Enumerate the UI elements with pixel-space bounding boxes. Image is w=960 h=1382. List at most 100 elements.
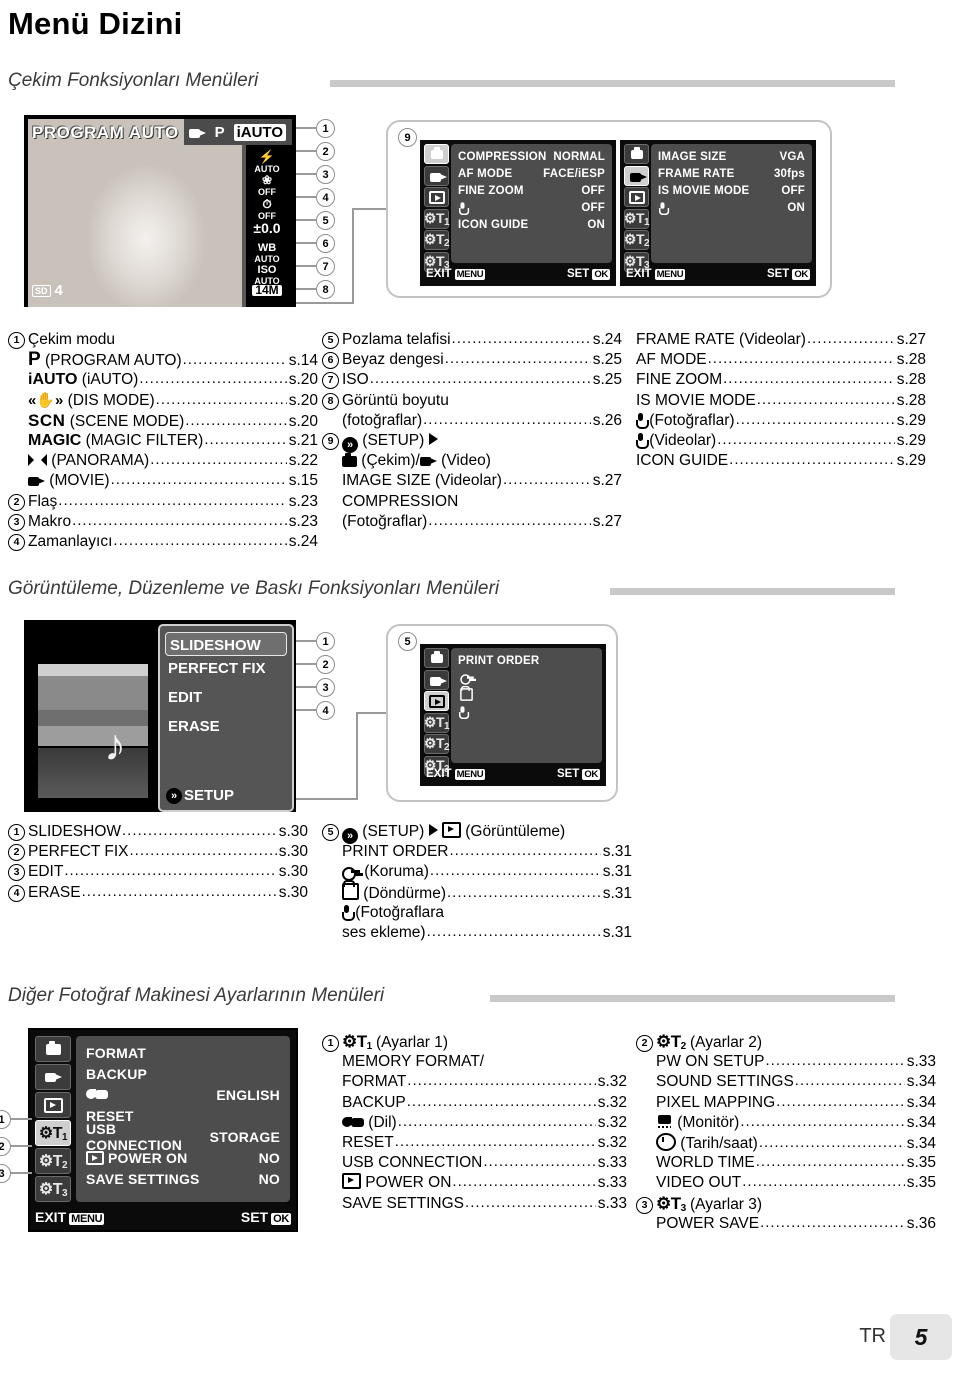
menu-row-icon-guide[interactable]: ICON GUIDE ON [458,216,605,233]
menu-row-frame-rate[interactable]: FRAME RATE 30fps [658,165,805,182]
index-entry[interactable]: 0PW ON SETUP............................… [636,1052,936,1072]
menu-row-print-order[interactable]: PRINT ORDER [458,652,595,669]
index-entry[interactable]: 0 (Koruma)..............................… [322,862,632,882]
menu-row-add-audio[interactable] [458,703,595,720]
menu-row-usb-connection[interactable]: USB CONNECTION STORAGE [86,1121,280,1153]
menu-row-af-mode[interactable]: AF MODE FACE/iESP [458,165,605,182]
tab-playback[interactable] [424,187,449,207]
index-entry[interactable]: 0«✋» (DIS MODE).........................… [8,391,318,411]
index-entry[interactable]: 0ses ekleme)............................… [322,923,632,943]
tab-settings-1[interactable]: ⚙T1 [424,208,450,229]
tab-settings-2[interactable]: ⚙T2 [35,1148,71,1174]
index-entry[interactable]: 0SCN (SCENE MODE).......................… [8,411,318,431]
index-entry[interactable]: 0SAVE SETTINGS..........................… [322,1194,627,1214]
tab-movie[interactable] [624,165,649,186]
index-entry[interactable]: 0(Fotoğraflar)..........................… [322,512,622,532]
menu-row-is-movie-mode[interactable]: IS MOVIE MODE OFF [658,182,805,199]
tab-movie[interactable] [35,1064,71,1090]
index-entry[interactable]: 0POWER SAVE.............................… [636,1214,936,1234]
menu-row-language[interactable]: ENGLISH [86,1084,280,1105]
tab-camera[interactable] [624,144,649,164]
tab-settings-2[interactable]: ⚙T2 [424,230,450,250]
index-entry[interactable]: 0 (Döndürme)............................… [322,879,632,903]
menu-row-mic[interactable]: ON [658,199,805,216]
tab-settings-2[interactable]: ⚙T2 [624,230,650,250]
index-entry[interactable]: 1 Çekim modu [8,330,318,350]
menu-row-save-settings[interactable]: SAVE SETTINGS NO [86,1168,280,1189]
menu-row-fine-zoom[interactable]: FINE ZOOM OFF [458,182,605,199]
index-entry[interactable]: 0(fotoğraflar)..........................… [322,411,622,431]
tab-settings-3[interactable]: ⚙T3 [35,1176,71,1202]
index-entry[interactable]: 0 (Monitör).............................… [636,1113,936,1133]
index-entry[interactable]: 0SOUND SETTINGS.........................… [636,1072,936,1092]
index-entry[interactable]: AF MODE.................................… [636,350,926,370]
tab-settings-1[interactable]: ⚙T1 [624,208,650,229]
menu-row-format[interactable]: FORMAT [86,1042,280,1063]
playback-item-edit[interactable]: EDIT [160,685,292,714]
index-entry[interactable]: 5 Pozlama telafisi.......................… [322,330,622,350]
tab-camera[interactable] [424,144,449,164]
playback-item-slideshow[interactable]: SLIDESHOW [165,632,287,656]
index-entry[interactable]: 0FORMAT.................................… [322,1072,627,1092]
index-entry[interactable]: FRAME RATE (Videolar)...................… [636,330,926,350]
index-entry[interactable]: 1 ⚙T1 (Ayarlar 1) [322,1032,627,1052]
tab-camera[interactable] [35,1036,71,1062]
index-entry[interactable]: 6 Beyaz dengesi..........................… [322,350,622,370]
tab-playback[interactable] [35,1092,71,1118]
index-entry[interactable]: 0 POWER ON..............................… [322,1173,627,1193]
menu-row-protect[interactable] [458,669,595,686]
index-entry[interactable]: 9» (SETUP) [322,431,622,453]
index-entry[interactable]: 2 PERFECT FIX............................… [8,842,308,862]
tab-playback[interactable] [424,691,449,711]
index-entry[interactable]: 7 ISO....................................… [322,370,622,390]
index-entry[interactable]: FINE ZOOM...............................… [636,370,926,390]
menu-row-mic[interactable]: OFF [458,199,605,216]
index-entry[interactable]: 3 Makro..................................… [8,512,318,532]
menu-row-power-on[interactable]: POWER ON NO [86,1147,280,1168]
playback-item-setup[interactable]: » SETUP [166,787,234,804]
tab-settings-1[interactable]: ⚙T1 [424,712,450,733]
index-entry[interactable]: 0USB CONNECTION.........................… [322,1153,627,1173]
index-entry[interactable]: 0 (Çekim)/ (Video) [322,451,622,471]
index-entry[interactable]: 0PRINT ORDER............................… [322,842,632,862]
index-entry[interactable]: 0 (MOVIE)...............................… [8,471,318,491]
menu-row-compression[interactable]: COMPRESSION NORMAL [458,148,605,165]
menu-row-backup[interactable]: BACKUP [86,1063,280,1084]
tab-settings-1[interactable]: ⚙T1 [35,1120,71,1146]
playback-item-perfect-fix[interactable]: PERFECT FIX [160,656,292,685]
index-entry[interactable]: (Fotoğraflar)...........................… [636,411,926,431]
index-entry[interactable]: 0IMAGE SIZE (Videolar)..................… [322,471,622,491]
index-entry[interactable]: 4 Zamanlayıcı............................… [8,532,318,552]
index-entry[interactable]: 0 (PANORAMA)............................… [8,451,318,471]
index-entry[interactable]: 0 (Dil).................................… [322,1113,627,1133]
tab-movie[interactable] [424,165,449,186]
index-entry[interactable]: 4 ERASE..................................… [8,883,308,903]
index-entry[interactable]: 0MEMORY FORMAT/ [322,1052,627,1072]
index-entry[interactable]: 8 Görüntü boyutu [322,391,622,411]
index-entry[interactable]: 2 Flaş...................................… [8,492,318,512]
index-entry[interactable]: 0 (Fotoğraflara [322,903,632,923]
tab-movie[interactable] [424,669,449,690]
index-entry[interactable]: 0MAGIC (MAGIC FILTER)...................… [8,431,318,451]
index-entry[interactable]: ICON GUIDE..............................… [636,451,926,471]
index-entry[interactable]: 0RESET..................................… [322,1133,627,1153]
index-entry[interactable]: 0COMPRESSION [322,492,622,512]
index-entry[interactable]: 5» (SETUP) (Görüntüleme) [322,822,632,844]
index-entry[interactable]: 2 ⚙T2 (Ayarlar 2) [636,1032,936,1052]
menu-row-rotate[interactable] [458,685,595,703]
index-entry[interactable]: 3 ⚙T3 (Ayarlar 3) [636,1194,936,1214]
index-entry[interactable]: 3 EDIT...................................… [8,862,308,882]
index-entry[interactable]: 0iAUTO (iAUTO)..........................… [8,370,318,390]
playback-item-erase[interactable]: ERASE [160,714,292,743]
tab-playback[interactable] [624,187,649,207]
index-entry[interactable]: 0PIXEL MAPPING..........................… [636,1093,936,1113]
tab-settings-2[interactable]: ⚙T2 [424,734,450,754]
menu-row-image-size[interactable]: IMAGE SIZE VGA [658,148,805,165]
index-entry[interactable]: 0BACKUP.................................… [322,1093,627,1113]
index-entry[interactable]: (Videolar)..............................… [636,431,926,451]
index-entry[interactable]: 0WORLD TIME.............................… [636,1153,936,1173]
index-entry[interactable]: 0P (PROGRAM AUTO).......................… [8,350,318,370]
index-entry[interactable]: IS MOVIE MODE...........................… [636,391,926,411]
tab-camera[interactable] [424,648,449,668]
index-entry[interactable]: 0VIDEO OUT..............................… [636,1173,936,1193]
